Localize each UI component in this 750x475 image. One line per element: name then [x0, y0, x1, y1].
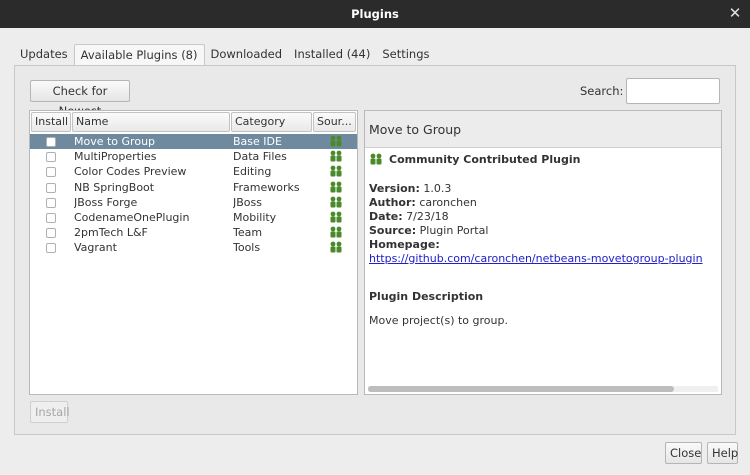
version-row: Version: 1.0.3	[369, 182, 451, 195]
community-plugin-badge: Community Contributed Plugin	[369, 153, 580, 166]
plugin-category: Mobility	[233, 210, 277, 224]
title-bar: Plugins ✕	[0, 0, 750, 28]
table-body: Move to Group Base IDE MultiProperties Data…	[30, 134, 357, 256]
source-value: Plugin Portal	[419, 224, 489, 237]
plugin-category: Frameworks	[233, 180, 300, 194]
plugin-description-text: Move project(s) to group.	[369, 314, 508, 327]
table-row[interactable]: CodenameOnePlugin Mobility	[30, 210, 357, 225]
plugin-source-icon	[330, 196, 342, 208]
date-label: Date:	[369, 210, 403, 223]
tab-installed[interactable]: Installed (44)	[288, 44, 376, 65]
plugin-source-icon	[330, 211, 342, 223]
help-button[interactable]: Help	[707, 442, 738, 464]
install-button[interactable]: Install	[30, 401, 70, 423]
install-checkbox[interactable]	[46, 182, 56, 193]
column-name[interactable]: Name	[72, 112, 230, 132]
install-checkbox[interactable]	[46, 167, 56, 178]
plugin-category: JBoss	[233, 195, 262, 209]
plugin-category: Base IDE	[233, 135, 282, 148]
plugin-category: Editing	[233, 165, 272, 179]
plugin-detail-panel: Move to Group Community Contributed Plug…	[364, 110, 722, 395]
search-input[interactable]	[626, 78, 720, 104]
plugin-source-icon	[330, 150, 342, 162]
table-header: Install Name Category Sour...	[30, 111, 357, 133]
close-button[interactable]: Close	[665, 442, 702, 464]
detail-header: Move to Group	[365, 111, 721, 148]
tab-available-plugins[interactable]: Available Plugins (8)	[73, 44, 205, 65]
plugin-source-icon	[330, 181, 342, 193]
install-checkbox[interactable]	[46, 197, 56, 208]
column-category[interactable]: Category	[231, 112, 312, 132]
column-source[interactable]: Sour...	[313, 112, 356, 132]
column-install[interactable]: Install	[31, 112, 71, 132]
date-row: Date: 7/23/18	[369, 210, 449, 223]
table-row[interactable]: MultiProperties Data Files	[30, 149, 357, 164]
table-row[interactable]: Move to Group Base IDE	[30, 134, 357, 150]
source-label: Source:	[369, 224, 417, 237]
homepage-link[interactable]: https://github.com/caronchen/netbeans-mo…	[369, 252, 703, 265]
plugin-name: NB SpringBoot	[74, 180, 155, 194]
source-row: Source: Plugin Portal	[369, 224, 488, 237]
plugin-people-icon	[370, 153, 382, 165]
plugin-description-heading: Plugin Description	[369, 290, 484, 303]
table-row[interactable]: NB SpringBoot Frameworks	[30, 180, 357, 195]
scrollbar-thumb[interactable]	[368, 386, 674, 392]
table-row[interactable]: Vagrant Tools	[30, 240, 357, 255]
plugin-category: Data Files	[233, 150, 287, 164]
community-plugin-label: Community Contributed Plugin	[389, 153, 581, 166]
install-checkbox[interactable]	[46, 137, 56, 147]
detail-horizontal-scrollbar[interactable]	[368, 386, 718, 392]
close-window-icon[interactable]: ✕	[726, 4, 744, 22]
plugin-source-icon	[330, 135, 342, 147]
homepage-row: Homepage:	[369, 238, 440, 251]
version-label: Version:	[369, 182, 420, 195]
plugin-category: Tools	[233, 241, 261, 255]
plugin-name: CodenameOnePlugin	[74, 210, 190, 224]
window-title: Plugins	[351, 7, 399, 21]
table-row[interactable]: 2pmTech L&F Team	[30, 225, 357, 240]
author-row: Author: caronchen	[369, 196, 477, 209]
tab-updates[interactable]: Updates	[14, 44, 74, 65]
tab-downloaded[interactable]: Downloaded	[205, 44, 289, 65]
table-row[interactable]: Color Codes Preview Editing	[30, 164, 357, 179]
detail-title: Move to Group	[369, 122, 462, 137]
homepage-label: Homepage:	[369, 238, 440, 251]
author-label: Author:	[369, 196, 416, 209]
tab-bar: Updates Available Plugins (8) Downloaded…	[14, 44, 435, 66]
plugin-name: MultiProperties	[74, 150, 157, 164]
search-label: Search:	[580, 84, 624, 98]
author-value: caronchen	[419, 196, 477, 209]
plugin-name: Vagrant	[74, 241, 117, 255]
tab-settings[interactable]: Settings	[376, 44, 435, 65]
table-row[interactable]: JBoss Forge JBoss	[30, 195, 357, 210]
install-checkbox[interactable]	[46, 212, 56, 223]
version-value: 1.0.3	[423, 182, 452, 195]
install-checkbox[interactable]	[46, 243, 56, 254]
plugin-name: JBoss Forge	[74, 195, 138, 209]
plugin-source-icon	[330, 226, 342, 238]
install-checkbox[interactable]	[46, 228, 56, 239]
install-checkbox[interactable]	[46, 152, 56, 163]
plugin-name: Color Codes Preview	[74, 165, 187, 179]
plugin-source-icon	[330, 165, 342, 177]
plugin-source-icon	[330, 241, 342, 253]
plugin-name: Move to Group	[74, 135, 156, 148]
date-value: 7/23/18	[406, 210, 449, 223]
plugin-category: Team	[233, 226, 263, 240]
plugin-name: 2pmTech L&F	[74, 226, 148, 240]
check-for-newest-button[interactable]: Check for Newest	[30, 80, 130, 118]
plugin-table: Install Name Category Sour... Move to Gr…	[29, 110, 358, 395]
